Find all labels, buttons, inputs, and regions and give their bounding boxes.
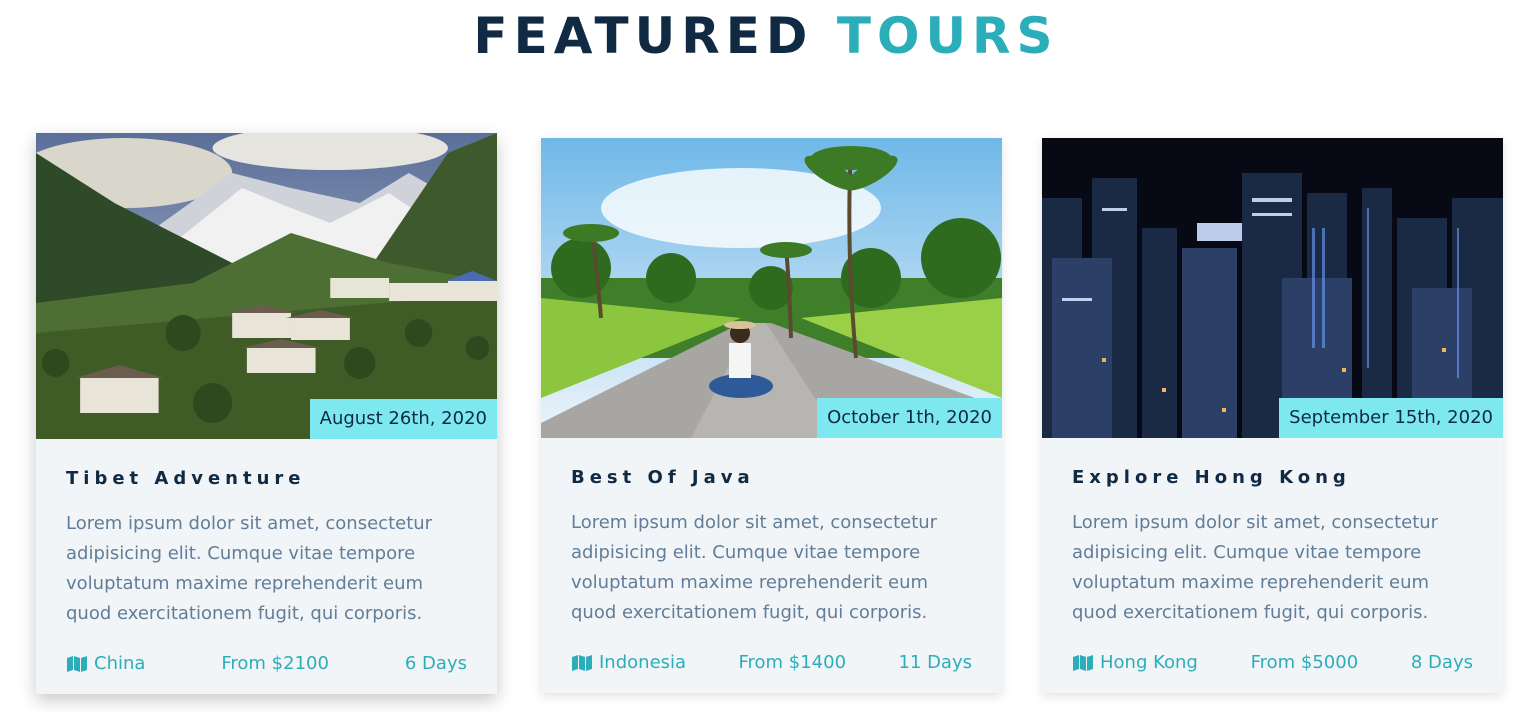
- map-icon: [572, 654, 592, 671]
- tour-card-tibet[interactable]: August 26th, 2020 Tibet Adventure Lorem …: [36, 133, 497, 694]
- map-icon: [1073, 654, 1093, 671]
- tour-location: China: [66, 653, 145, 674]
- tour-footer: Hong Kong From $5000 8 Days: [1072, 652, 1473, 693]
- tour-title[interactable]: Tibet Adventure: [66, 467, 467, 491]
- tour-date-badge: September 15th, 2020: [1279, 398, 1503, 438]
- tour-description: Lorem ipsum dolor sit amet, consectetur …: [571, 512, 938, 623]
- mountain-village-image: [36, 133, 497, 439]
- tour-card-body: Tibet Adventure Lorem ipsum dolor sit am…: [36, 439, 497, 694]
- tour-card-body: Best Of Java Lorem ipsum dolor sit amet,…: [541, 438, 1002, 693]
- tour-price: From $1400: [738, 652, 847, 673]
- section-title-dark: FEATURED: [473, 7, 814, 65]
- tour-card-hong-kong[interactable]: September 15th, 2020 Explore Hong Kong L…: [1042, 138, 1503, 693]
- map-icon: [67, 655, 87, 672]
- tour-image-java: October 1th, 2020: [541, 138, 1002, 438]
- tour-title[interactable]: Explore Hong Kong: [1072, 466, 1473, 490]
- tour-duration: 6 Days: [404, 653, 467, 674]
- tropical-road-image: [541, 138, 1002, 438]
- tour-location: Indonesia: [571, 652, 686, 673]
- tour-location-label: China: [94, 653, 146, 674]
- tour-duration: 11 Days: [898, 652, 972, 673]
- tour-description: Lorem ipsum dolor sit amet, consectetur …: [1072, 512, 1439, 623]
- section-title-accent: TOURS: [836, 7, 1059, 65]
- tour-location-label: Hong Kong: [1100, 652, 1198, 673]
- tour-image-tibet: August 26th, 2020: [36, 133, 497, 439]
- tour-location: Hong Kong: [1072, 652, 1198, 673]
- featured-tours-section: FEATURED TOURS August 26th, 2020 Tibet A…: [0, 0, 1532, 713]
- tour-card-body: Explore Hong Kong Lorem ipsum dolor sit …: [1042, 438, 1503, 693]
- tour-footer: Indonesia From $1400 11 Days: [571, 652, 972, 693]
- tour-description: Lorem ipsum dolor sit amet, consectetur …: [66, 513, 433, 624]
- tour-image-hong-kong: September 15th, 2020: [1042, 138, 1503, 438]
- tour-title[interactable]: Best Of Java: [571, 466, 972, 490]
- tour-location-label: Indonesia: [599, 652, 687, 673]
- tour-card-java[interactable]: October 1th, 2020 Best Of Java Lorem ips…: [541, 138, 1002, 693]
- city-night-image: [1042, 138, 1503, 438]
- tour-date-badge: August 26th, 2020: [309, 399, 497, 439]
- tour-date-badge: October 1th, 2020: [817, 398, 1002, 438]
- tour-duration: 8 Days: [1410, 652, 1473, 673]
- tour-price: From $2100: [221, 653, 329, 674]
- tour-footer: China From $2100 6 Days: [66, 653, 467, 694]
- section-title: FEATURED TOURS: [0, 8, 1532, 64]
- tour-price: From $5000: [1250, 652, 1359, 673]
